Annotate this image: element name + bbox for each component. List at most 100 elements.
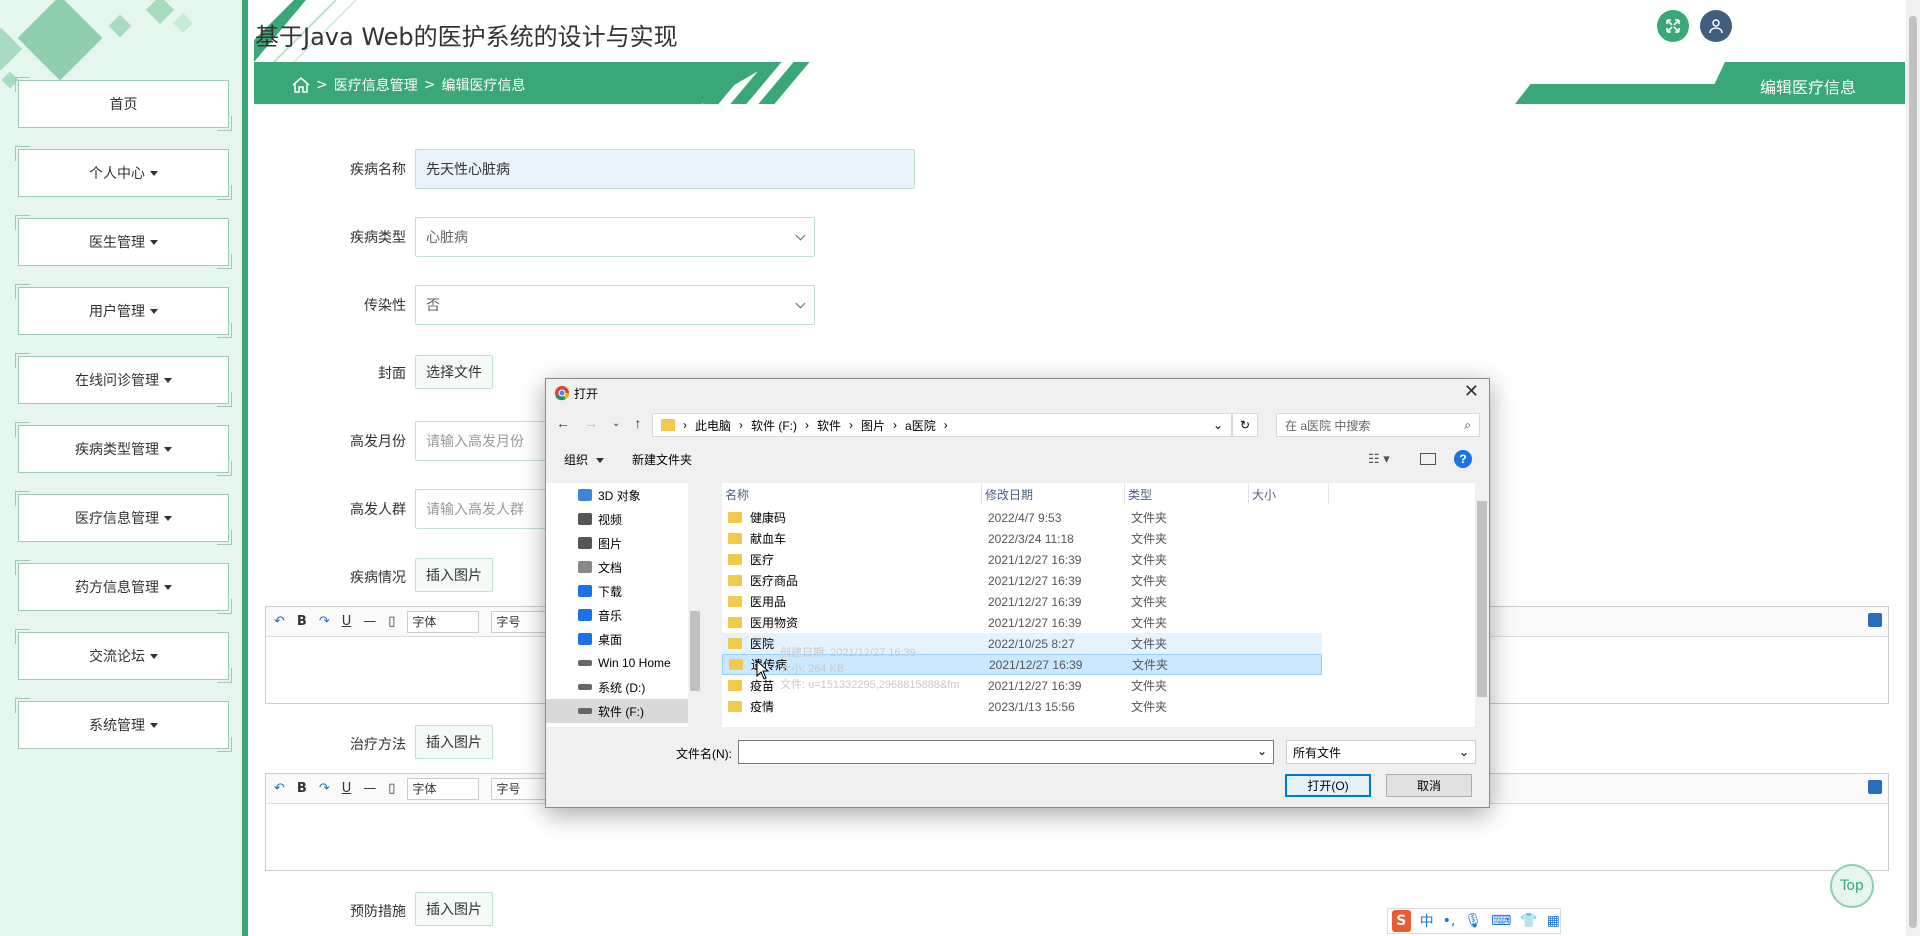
- source-view-icon[interactable]: [1868, 613, 1882, 627]
- bold-button[interactable]: B: [297, 781, 307, 796]
- skin-icon[interactable]: 👕: [1520, 913, 1537, 929]
- redo-icon[interactable]: ↷: [319, 614, 330, 629]
- apps-grid-icon[interactable]: ▦: [1547, 913, 1560, 929]
- tree-item[interactable]: Win 10 Home: [546, 651, 701, 675]
- new-folder-button[interactable]: 新建文件夹: [632, 451, 692, 468]
- recent-dropdown-icon[interactable]: ⌄: [612, 418, 620, 431]
- tree-item[interactable]: 3D 对象: [546, 483, 701, 507]
- forward-icon[interactable]: →: [584, 415, 598, 431]
- insert-image-button-2[interactable]: 插入图片: [415, 725, 493, 759]
- infectious-select[interactable]: 否: [415, 285, 815, 325]
- path-item[interactable]: 此电脑: [695, 417, 731, 434]
- tree-item[interactable]: 图片: [546, 531, 701, 555]
- view-options-icon[interactable]: ☷ ▾: [1368, 451, 1390, 467]
- path-item[interactable]: a医院: [905, 417, 936, 434]
- file-row[interactable]: 健康码 2022/4/7 9:53 文件夹: [722, 507, 1322, 528]
- undo-icon[interactable]: ↶: [274, 781, 285, 796]
- undo-icon[interactable]: ↶: [274, 614, 285, 629]
- folder-icon: [728, 575, 742, 586]
- insert-image-button-3[interactable]: 插入图片: [415, 892, 493, 926]
- underline-button[interactable]: U: [342, 781, 352, 796]
- organize-button[interactable]: 组织: [564, 451, 605, 468]
- dialog-search-input[interactable]: 在 a医院 中搜索 ⌕: [1276, 413, 1480, 437]
- underline-button[interactable]: U: [342, 614, 352, 629]
- file-row[interactable]: 医疗商品 2021/12/27 16:39 文件夹: [722, 570, 1322, 591]
- home-icon[interactable]: [292, 77, 310, 93]
- path-item[interactable]: 软件: [817, 417, 841, 434]
- font-select[interactable]: 字体: [407, 610, 480, 633]
- file-row[interactable]: 医疗 2021/12/27 16:39 文件夹: [722, 549, 1322, 570]
- file-row[interactable]: 疫情 2023/1/13 15:56 文件夹: [722, 696, 1322, 717]
- sidebar-item-home[interactable]: 首页: [15, 77, 232, 131]
- column-date[interactable]: 修改日期: [982, 483, 1125, 505]
- tree-item[interactable]: 视频: [546, 507, 701, 531]
- column-size[interactable]: 大小: [1249, 483, 1329, 505]
- tree-item[interactable]: 音乐: [546, 603, 701, 627]
- sidebar-item-medical-info[interactable]: 医疗信息管理: [15, 491, 232, 545]
- disease-name-input[interactable]: 先天性心脏病: [415, 149, 915, 189]
- address-bar[interactable]: › 此电脑 › 软件 (F:) › 软件 › 图片 › a医院 › ⌄: [652, 413, 1232, 437]
- cancel-button[interactable]: 取消: [1386, 774, 1472, 797]
- chevron-down-icon[interactable]: ⌄: [1257, 744, 1267, 758]
- path-item[interactable]: 软件 (F:): [751, 417, 797, 434]
- help-icon[interactable]: ?: [1454, 450, 1472, 468]
- back-icon[interactable]: ←: [556, 415, 570, 431]
- sidebar-item-prescriptions[interactable]: 药方信息管理: [15, 560, 232, 614]
- font-size-select[interactable]: 字号: [491, 610, 552, 633]
- up-icon[interactable]: ↑: [634, 415, 641, 431]
- tree-scrollbar[interactable]: [688, 483, 702, 727]
- page-scrollbar[interactable]: [1906, 0, 1920, 936]
- filetype-select[interactable]: 所有文件 ⌄: [1286, 740, 1476, 764]
- back-to-top-button[interactable]: Top: [1830, 864, 1874, 908]
- filename-input[interactable]: ⌄: [738, 740, 1274, 764]
- caret-down-icon: [150, 308, 158, 314]
- font-size-select[interactable]: 字号: [491, 777, 552, 800]
- bold-button[interactable]: B: [297, 614, 307, 629]
- file-list-scrollbar[interactable]: [1475, 483, 1489, 727]
- tree-item[interactable]: 下载: [546, 579, 701, 603]
- close-icon[interactable]: ✕: [1464, 381, 1479, 402]
- path-item[interactable]: 图片: [861, 417, 885, 434]
- sidebar-item-disease-types[interactable]: 疾病类型管理: [15, 422, 232, 476]
- sidebar-item-system[interactable]: 系统管理: [15, 698, 232, 752]
- fullscreen-icon[interactable]: [1657, 10, 1689, 42]
- tree-item[interactable]: 桌面: [546, 627, 701, 651]
- sidebar-item-forum[interactable]: 交流论坛: [15, 629, 232, 683]
- breadcrumb-item[interactable]: 医疗信息管理: [334, 75, 418, 95]
- ime-language[interactable]: 中: [1420, 911, 1434, 931]
- tree-item[interactable]: 文档: [546, 555, 701, 579]
- font-select[interactable]: 字体: [407, 777, 480, 800]
- source-view-icon[interactable]: [1868, 780, 1882, 794]
- file-row[interactable]: 医用品 2021/12/27 16:39 文件夹: [722, 591, 1322, 612]
- decor-square: [173, 13, 193, 33]
- choose-file-button[interactable]: 选择文件: [415, 355, 493, 389]
- keyboard-icon[interactable]: ⌨: [1491, 913, 1511, 929]
- folder-icon: [728, 554, 742, 565]
- sogou-logo-icon[interactable]: S: [1392, 910, 1411, 932]
- sidebar-item-consult[interactable]: 在线问诊管理: [15, 353, 232, 407]
- insert-image-button[interactable]: 插入图片: [415, 558, 493, 592]
- decor-square: [0, 27, 23, 71]
- sidebar-item-doctors[interactable]: 医生管理: [15, 215, 232, 269]
- chevron-down-icon[interactable]: ⌄: [1213, 418, 1223, 432]
- column-name[interactable]: 名称: [722, 483, 982, 505]
- hr-icon[interactable]: —: [363, 781, 376, 796]
- column-type[interactable]: 类型: [1125, 483, 1249, 505]
- file-row[interactable]: 献血车 2022/3/24 11:18 文件夹: [722, 528, 1322, 549]
- hr-icon[interactable]: —: [363, 614, 376, 629]
- sidebar-item-personal[interactable]: 个人中心: [15, 146, 232, 200]
- page-icon[interactable]: ▯: [388, 614, 395, 629]
- disease-type-select[interactable]: 心脏病: [415, 217, 815, 257]
- refresh-icon[interactable]: ↻: [1232, 413, 1258, 437]
- ime-punct[interactable]: •,: [1443, 913, 1456, 929]
- tree-item-selected[interactable]: 软件 (F:): [546, 699, 701, 723]
- microphone-icon[interactable]: 🎙: [1464, 913, 1482, 929]
- open-button[interactable]: 打开(O): [1285, 774, 1371, 797]
- page-icon[interactable]: ▯: [388, 781, 395, 796]
- sidebar-item-users[interactable]: 用户管理: [15, 284, 232, 338]
- user-avatar-icon[interactable]: [1700, 10, 1732, 42]
- redo-icon[interactable]: ↷: [319, 781, 330, 796]
- file-row[interactable]: 医用物资 2021/12/27 16:39 文件夹: [722, 612, 1322, 633]
- tree-item[interactable]: 系统 (D:): [546, 675, 701, 699]
- preview-pane-icon[interactable]: [1420, 453, 1436, 465]
